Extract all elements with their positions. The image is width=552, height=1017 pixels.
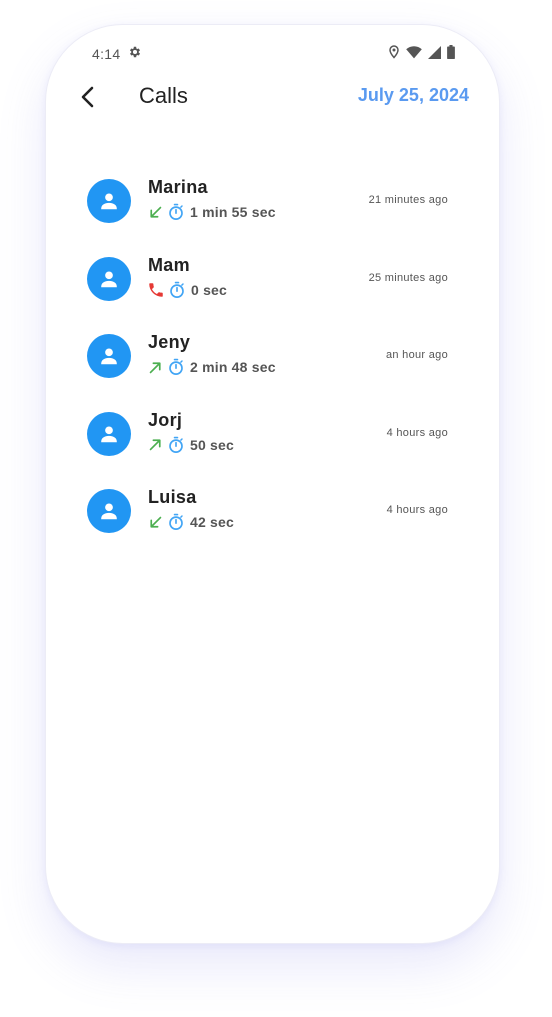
location-icon: [388, 45, 400, 59]
timer-icon: [169, 203, 183, 220]
call-duration: 2 min 48 sec: [190, 359, 276, 375]
avatar: [87, 489, 131, 533]
call-list-item[interactable]: Jorj 50 sec 4 hours ago: [46, 404, 499, 482]
call-meta: 1 min 55 sec: [147, 203, 276, 221]
avatar: [87, 411, 131, 456]
app-bar: Calls July 25, 2024: [46, 77, 499, 117]
chevron-left-icon: [81, 86, 94, 108]
person-icon: [101, 270, 117, 287]
gear-icon: [128, 45, 144, 61]
call-received-icon: [150, 516, 162, 528]
timer-icon: [169, 358, 183, 375]
avatar: [87, 179, 131, 223]
person-icon: [101, 348, 117, 365]
call-made-icon: [149, 439, 161, 451]
call-duration: 0 sec: [191, 281, 228, 298]
screen: 4:14 Calls July 25, 2024 Marina 1 min 55…: [0, 0, 552, 1017]
avatar: [87, 334, 131, 378]
contact-name: Luisa: [148, 487, 197, 507]
phone-frame: 4:14 Calls July 25, 2024 Marina 1 min 55…: [45, 24, 500, 944]
call-duration: 50 sec: [190, 436, 235, 453]
timer-icon: [169, 436, 183, 453]
call-received-icon: [150, 206, 162, 218]
call-meta: 2 min 48 sec: [147, 358, 276, 376]
wifi-icon: [406, 45, 422, 59]
call-list-item[interactable]: Luisa 42 sec 4 hours ago: [46, 481, 499, 559]
call-time-ago: 4 hours ago: [386, 504, 448, 516]
call-time-ago: 4 hours ago: [386, 426, 448, 439]
missed-call-icon: [149, 282, 163, 297]
person-icon: [101, 193, 117, 210]
call-meta: 50 sec: [147, 436, 234, 454]
contact-name: Jorj: [148, 409, 183, 430]
call-meta: 0 sec: [147, 281, 227, 299]
call-duration: 42 sec: [190, 514, 235, 530]
call-list: Marina 1 min 55 sec 21 minutes ago Mam 0…: [46, 171, 499, 559]
call-meta: 42 sec: [147, 513, 234, 531]
call-time-ago: 25 minutes ago: [368, 271, 448, 284]
contact-name: Marina: [148, 177, 208, 197]
call-list-item[interactable]: Jeny 2 min 48 sec an hour ago: [46, 326, 499, 404]
call-made-icon: [149, 361, 161, 373]
page-title: Calls: [139, 83, 188, 108]
person-icon: [101, 503, 117, 520]
timer-icon: [170, 281, 184, 298]
avatar: [87, 256, 131, 301]
call-time-ago: 21 minutes ago: [368, 194, 448, 206]
back-button[interactable]: [74, 83, 102, 111]
contact-name: Jeny: [148, 332, 191, 352]
status-time: 4:14: [92, 46, 121, 62]
battery-icon: [447, 45, 455, 59]
signal-icon: [428, 45, 441, 59]
status-bar: 4:14: [46, 43, 499, 67]
call-time-ago: an hour ago: [385, 349, 448, 361]
status-icons: [388, 45, 455, 59]
call-list-item[interactable]: Marina 1 min 55 sec 21 minutes ago: [46, 171, 499, 249]
date-label[interactable]: July 25, 2024: [358, 85, 469, 106]
timer-icon: [169, 513, 183, 530]
person-icon: [101, 425, 117, 442]
call-duration: 1 min 55 sec: [190, 204, 276, 220]
call-list-item[interactable]: Mam 0 sec 25 minutes ago: [46, 249, 499, 327]
contact-name: Mam: [148, 254, 190, 275]
